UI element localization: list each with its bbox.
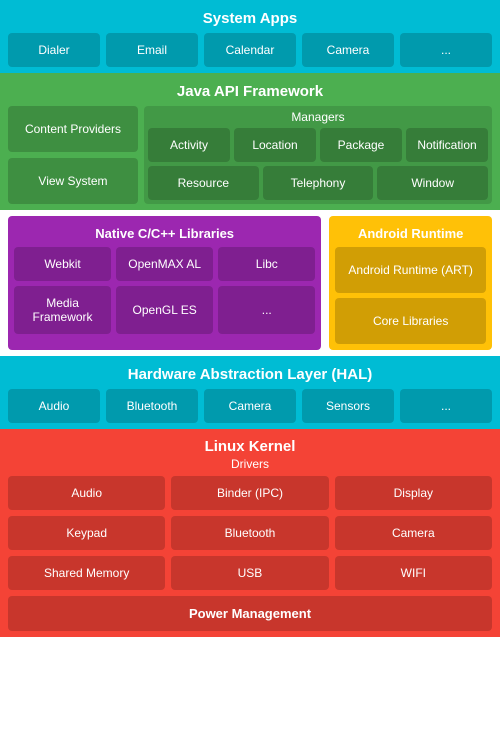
kernel-bluetooth-cell: Bluetooth [171,516,328,550]
system-app-calendar: Calendar [204,33,296,67]
kernel-layer: Linux Kernel Drivers Audio Binder (IPC) … [0,429,500,637]
native-art-row: Native C/C++ Libraries Webkit OpenMAX AL… [0,210,500,356]
kernel-binder-cell: Binder (IPC) [171,476,328,510]
hal-sensors-cell: Sensors [302,389,394,423]
java-api-inner: Content Providers View System Managers A… [8,106,492,204]
java-api-layer: Java API Framework Content Providers Vie… [0,73,500,210]
webkit-cell: Webkit [14,247,111,281]
system-app-dialer: Dialer [8,33,100,67]
managers-grid-row1: Activity Location Package Notification [148,128,488,162]
art-grid: Android Runtime (ART) Core Libraries [335,247,486,344]
kernel-title: Linux Kernel [8,435,492,457]
libc-cell: Libc [218,247,315,281]
kernel-audio-cell: Audio [8,476,165,510]
system-app-email: Email [106,33,198,67]
art-cell: Android Runtime (ART) [335,247,486,293]
opengl-cell: OpenGL ES [116,286,213,334]
resource-cell: Resource [148,166,259,200]
kernel-grid: Audio Binder (IPC) Display Keypad Blueto… [8,476,492,590]
managers-title: Managers [148,110,488,124]
openmax-cell: OpenMAX AL [116,247,213,281]
system-app-more: ... [400,33,492,67]
native-libraries-box: Native C/C++ Libraries Webkit OpenMAX AL… [8,216,321,350]
hal-layer: Hardware Abstraction Layer (HAL) Audio B… [0,356,500,429]
activity-cell: Activity [148,128,230,162]
window-cell: Window [377,166,488,200]
content-providers-cell: Content Providers [8,106,138,152]
kernel-sharedmem-cell: Shared Memory [8,556,165,590]
hal-bluetooth-cell: Bluetooth [106,389,198,423]
system-app-camera: Camera [302,33,394,67]
media-framework-cell: Media Framework [14,286,111,334]
notification-cell: Notification [406,128,488,162]
core-libraries-cell: Core Libraries [335,298,486,344]
art-title: Android Runtime [335,222,486,247]
kernel-keypad-cell: Keypad [8,516,165,550]
java-api-right: Managers Activity Location Package Notif… [144,106,492,204]
java-api-left: Content Providers View System [8,106,138,204]
managers-box: Managers Activity Location Package Notif… [144,106,492,204]
native-title: Native C/C++ Libraries [14,222,315,247]
hal-audio-cell: Audio [8,389,100,423]
location-cell: Location [234,128,316,162]
system-apps-layer: System Apps Dialer Email Calendar Camera… [0,0,500,73]
hal-title: Hardware Abstraction Layer (HAL) [8,362,492,389]
kernel-camera-cell: Camera [335,516,492,550]
system-apps-title: System Apps [8,6,492,33]
native-more-cell: ... [218,286,315,334]
kernel-usb-cell: USB [171,556,328,590]
package-cell: Package [320,128,402,162]
telephony-cell: Telephony [263,166,374,200]
hal-camera-cell: Camera [204,389,296,423]
power-management-cell: Power Management [8,596,492,631]
hal-more-cell: ... [400,389,492,423]
kernel-display-cell: Display [335,476,492,510]
native-grid: Webkit OpenMAX AL Libc Media Framework O… [14,247,315,334]
java-api-title: Java API Framework [8,79,492,106]
kernel-wifi-cell: WIFI [335,556,492,590]
managers-grid-row2: Resource Telephony Window [148,166,488,200]
hal-grid: Audio Bluetooth Camera Sensors ... [8,389,492,423]
drivers-label: Drivers [8,457,492,471]
android-runtime-box: Android Runtime Android Runtime (ART) Co… [329,216,492,350]
view-system-cell: View System [8,158,138,204]
system-apps-grid: Dialer Email Calendar Camera ... [8,33,492,67]
